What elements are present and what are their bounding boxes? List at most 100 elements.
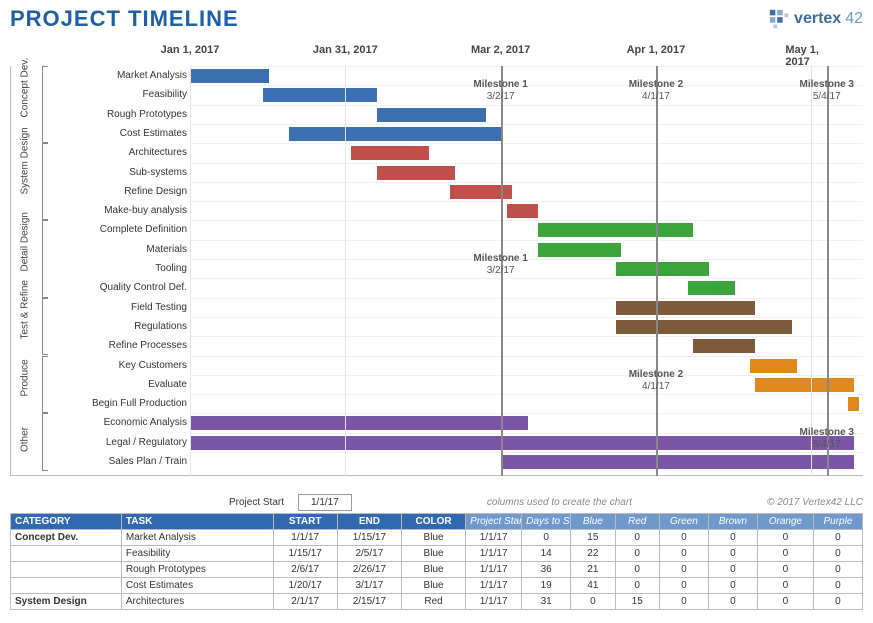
task-row: Quality Control Def.	[11, 278, 863, 297]
axis-tick-label: Mar 2, 2017	[471, 44, 530, 56]
table-row: Concept Dev.Market Analysis1/1/171/15/17…	[11, 530, 863, 546]
axis-tick-label: Jan 1, 2017	[161, 44, 220, 56]
table-cell: 0	[615, 578, 659, 594]
table-cell: 1/20/17	[273, 578, 337, 594]
task-row: Rough Prototypes	[11, 105, 863, 124]
table-header: START	[273, 514, 337, 530]
table-cell	[11, 546, 122, 562]
table-cell: 0	[659, 578, 708, 594]
table-cell: 31	[522, 594, 571, 610]
task-label: Economic Analysis	[11, 413, 191, 432]
task-row: Complete Definition	[11, 220, 863, 239]
columns-note: columns used to create the chart	[360, 497, 759, 508]
gantt-bar	[616, 262, 709, 276]
gantt-bar	[263, 88, 377, 102]
task-label: Quality Control Def.	[11, 278, 191, 297]
axis-tick-label: Jan 31, 2017	[313, 44, 378, 56]
task-label: Refine Design	[11, 182, 191, 201]
table-cell: 0	[708, 578, 757, 594]
gantt-bar	[693, 339, 755, 353]
table-cell: 0	[757, 530, 813, 546]
task-label: Sales Plan / Train	[11, 452, 191, 471]
table-cell: 3/1/17	[337, 578, 401, 594]
table-cell: 0	[615, 530, 659, 546]
table-cell: Blue	[401, 530, 465, 546]
milestone-line	[656, 66, 658, 476]
brand-name: vertex	[794, 10, 841, 28]
axis-tick-label: Apr 1, 2017	[627, 44, 686, 56]
table-cell: Architectures	[121, 594, 273, 610]
gantt-bar	[191, 436, 854, 450]
row-gridline	[191, 298, 863, 299]
gantt-bar	[377, 166, 455, 180]
table-header: END	[337, 514, 401, 530]
group-label: Other	[20, 425, 31, 455]
row-gridline	[191, 124, 863, 125]
table-cell: 0	[522, 530, 571, 546]
table-cell: 0	[659, 530, 708, 546]
row-gridline	[191, 143, 863, 144]
table-cell: Blue	[401, 546, 465, 562]
table-row: Rough Prototypes2/6/172/26/17Blue1/1/173…	[11, 562, 863, 578]
row-gridline	[191, 433, 863, 434]
table-cell: 1/1/17	[466, 562, 522, 578]
table-cell: 1/1/17	[466, 594, 522, 610]
table-cell: 0	[571, 594, 615, 610]
table-cell: 0	[757, 594, 813, 610]
row-gridline	[191, 413, 863, 414]
task-label: Evaluate	[11, 375, 191, 394]
table-cell: 41	[571, 578, 615, 594]
table-cell: 2/5/17	[337, 546, 401, 562]
table-cell: 0	[615, 546, 659, 562]
table-cell: 2/1/17	[273, 594, 337, 610]
table-header-light: Blue	[571, 514, 615, 530]
table-cell: 1/1/17	[466, 578, 522, 594]
task-label: Sub-systems	[11, 163, 191, 182]
table-cell: 0	[813, 530, 862, 546]
task-row: Regulations	[11, 317, 863, 336]
table-cell: 0	[659, 546, 708, 562]
gantt-bar	[688, 281, 735, 295]
row-gridline	[191, 394, 863, 395]
gantt-bar	[377, 108, 486, 122]
table-header-light: Orange	[757, 514, 813, 530]
task-row: Materials	[11, 240, 863, 259]
milestone-label: Milestone 24/1/17	[629, 79, 683, 103]
gantt-bar	[502, 455, 854, 469]
task-row: Begin Full Production	[11, 394, 863, 413]
task-label: Refine Processes	[11, 336, 191, 355]
row-gridline	[191, 375, 863, 376]
group-bracket	[42, 413, 48, 471]
task-row: Refine Processes	[11, 336, 863, 355]
gantt-bar	[848, 397, 858, 411]
table-header-light: Green	[659, 514, 708, 530]
task-row: Tooling	[11, 259, 863, 278]
task-row: Sales Plan / Train	[11, 452, 863, 471]
gridline	[345, 66, 346, 476]
table-cell: 2/6/17	[273, 562, 337, 578]
milestone-label: Milestone 24/1/17	[629, 369, 683, 393]
table-cell: Concept Dev.	[11, 530, 122, 546]
table-cell: 0	[813, 578, 862, 594]
table-cell: 0	[708, 562, 757, 578]
task-row: Market Analysis	[11, 66, 863, 85]
table-row: Cost Estimates1/20/173/1/17Blue1/1/17194…	[11, 578, 863, 594]
row-gridline	[191, 452, 863, 453]
task-row: Sub-systems	[11, 163, 863, 182]
task-label: Market Analysis	[11, 66, 191, 85]
gantt-bar	[191, 69, 269, 83]
table-cell: 0	[659, 594, 708, 610]
task-label: Field Testing	[11, 298, 191, 317]
table-cell: 0	[708, 546, 757, 562]
table-cell: 0	[757, 546, 813, 562]
page-title: PROJECT TIMELINE	[10, 6, 239, 32]
milestone-label: Milestone 13/2/17	[473, 253, 527, 277]
table-cell: Rough Prototypes	[121, 562, 273, 578]
task-row: Field Testing	[11, 298, 863, 317]
task-row: Make-buy analysis	[11, 201, 863, 220]
row-gridline	[191, 182, 863, 183]
axis-tick-label: May 1, 2017	[785, 44, 837, 68]
task-row: Key Customers	[11, 356, 863, 375]
table-cell: 19	[522, 578, 571, 594]
task-row: Architectures	[11, 143, 863, 162]
